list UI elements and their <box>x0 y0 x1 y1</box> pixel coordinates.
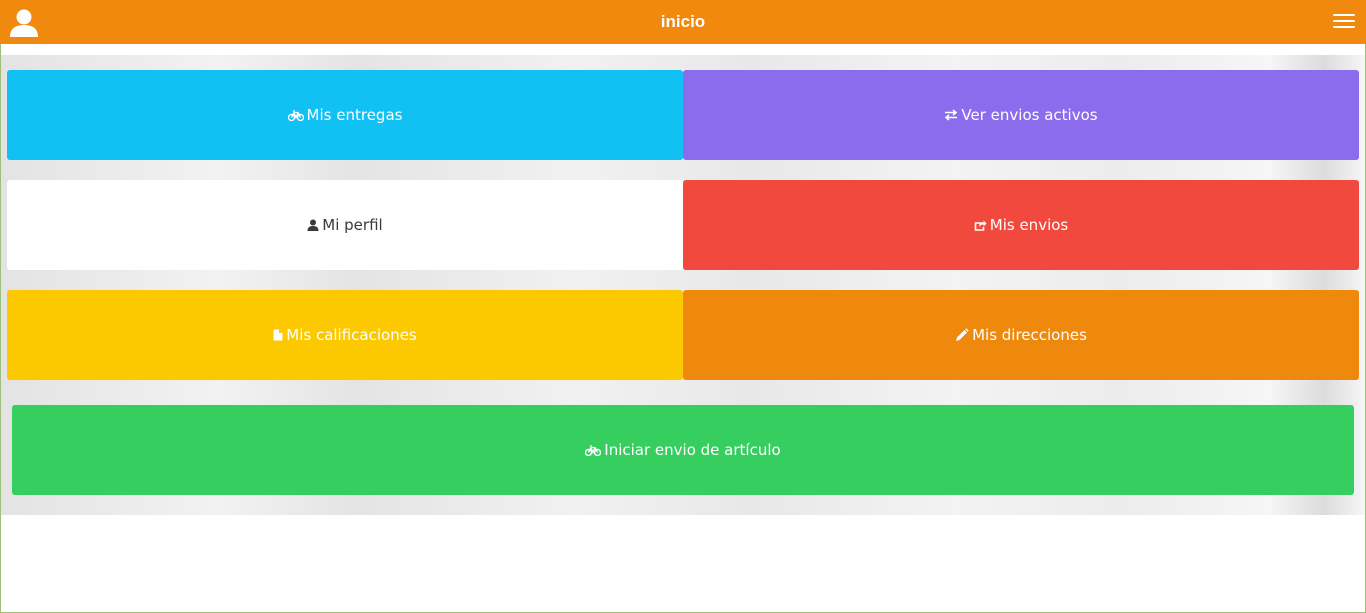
mi-perfil-button[interactable]: Mi perfil <box>7 180 683 270</box>
page-title: inicio <box>660 12 706 31</box>
tile-label: Mis entregas <box>306 106 403 124</box>
bicycle-icon <box>287 109 304 121</box>
bicycle-icon <box>585 444 602 456</box>
tile-label: Mi perfil <box>322 216 383 234</box>
user-icon <box>307 219 319 231</box>
dashboard-panel: Mis entregas Ver envios activos Mi perfi… <box>1 55 1365 515</box>
mis-envios-button[interactable]: Mis envios <box>683 180 1359 270</box>
tile-label: Mis direcciones <box>972 326 1087 344</box>
exchange-arrows-icon <box>944 109 958 121</box>
mis-direcciones-button[interactable]: Mis direcciones <box>683 290 1359 380</box>
pencil-icon <box>955 328 969 342</box>
top-bar: inicio <box>0 0 1366 44</box>
tile-label: Mis envios <box>989 216 1069 234</box>
file-icon <box>273 329 283 341</box>
mis-entregas-button[interactable]: Mis entregas <box>7 70 683 160</box>
hamburger-menu-icon[interactable] <box>1333 14 1355 32</box>
iniciar-envio-button[interactable]: Iniciar envio de artículo <box>12 405 1354 495</box>
tile-label: Ver envios activos <box>961 106 1098 124</box>
tile-label: Mis calificaciones <box>286 326 417 344</box>
tile-label: Iniciar envio de artículo <box>604 441 781 459</box>
mis-calificaciones-button[interactable]: Mis calificaciones <box>7 290 683 380</box>
share-icon <box>974 219 987 231</box>
ver-envios-activos-button[interactable]: Ver envios activos <box>683 70 1359 160</box>
